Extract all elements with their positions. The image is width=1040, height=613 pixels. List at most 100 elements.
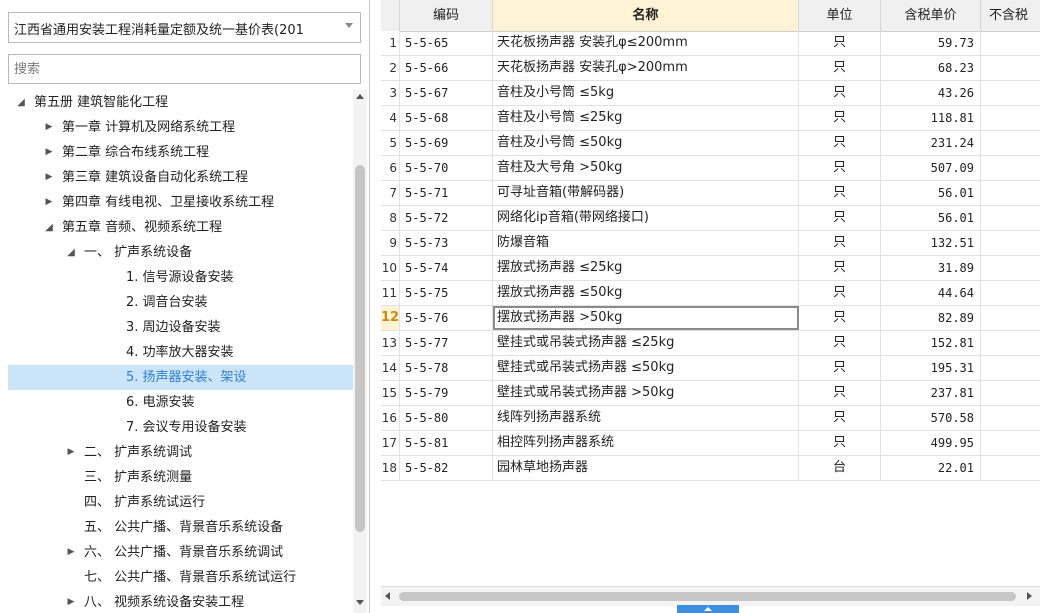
row-number-cell[interactable]: 6	[381, 156, 400, 180]
unit-cell[interactable]: 只	[799, 131, 881, 155]
table-row[interactable]: 14 5-5-78 壁挂式或吊装式扬声器 ≤50kg 只 195.31	[381, 356, 1040, 381]
price-tax-cell[interactable]: 237.81	[881, 381, 981, 405]
name-cell[interactable]: 相控阵列扬声器系统	[493, 431, 799, 455]
triangle-down-icon[interactable]: ◢	[66, 240, 76, 265]
price-notax-cell[interactable]	[981, 456, 1040, 480]
arrow-down-icon[interactable]	[356, 600, 364, 605]
code-cell[interactable]: 5-5-69	[400, 131, 493, 155]
table-row[interactable]: 6 5-5-70 音柱及大号角 >50kg 只 507.09	[381, 156, 1040, 181]
row-number-cell[interactable]: 14	[381, 356, 400, 380]
header-unit[interactable]: 单位	[799, 0, 881, 31]
row-number-cell[interactable]: 9	[381, 231, 400, 255]
triangle-right-icon[interactable]: ▶	[44, 190, 54, 215]
code-cell[interactable]: 5-5-76	[400, 306, 493, 330]
unit-cell[interactable]: 只	[799, 56, 881, 80]
name-cell[interactable]: 壁挂式或吊装式扬声器 ≤25kg	[493, 331, 799, 355]
arrow-left-icon[interactable]	[385, 592, 390, 600]
name-cell[interactable]: 壁挂式或吊装式扬声器 ≤50kg	[493, 356, 799, 380]
row-number-cell[interactable]: 2	[381, 56, 400, 80]
code-cell[interactable]: 5-5-75	[400, 281, 493, 305]
unit-cell[interactable]: 只	[799, 306, 881, 330]
unit-cell[interactable]: 只	[799, 106, 881, 130]
table-row[interactable]: 8 5-5-72 网络化ip音箱(带网络接口) 只 56.01	[381, 206, 1040, 231]
price-notax-cell[interactable]	[981, 206, 1040, 230]
grid-horizontal-scrollbar[interactable]	[381, 586, 1040, 606]
header-name[interactable]: 名称	[493, 0, 799, 31]
table-row[interactable]: 11 5-5-75 摆放式扬声器 ≤50kg 只 44.64	[381, 281, 1040, 306]
tree-node[interactable]: ▶ 第一章 计算机及网络系统工程	[8, 115, 353, 140]
price-notax-cell[interactable]	[981, 356, 1040, 380]
triangle-down-icon[interactable]: ◢	[16, 90, 26, 115]
table-row[interactable]: 4 5-5-68 音柱及小号筒 ≤25kg 只 118.81	[381, 106, 1040, 131]
code-cell[interactable]: 5-5-73	[400, 231, 493, 255]
unit-cell[interactable]: 只	[799, 181, 881, 205]
header-price-tax[interactable]: 含税单价	[881, 0, 981, 31]
grid-scrollbar-thumb[interactable]	[399, 592, 1016, 601]
price-tax-cell[interactable]: 56.01	[881, 181, 981, 205]
triangle-right-icon[interactable]: ▶	[66, 440, 76, 465]
chevron-down-icon[interactable]	[345, 23, 353, 28]
tree-node[interactable]: ▶ 二、 扩声系统调试	[8, 440, 353, 465]
price-notax-cell[interactable]	[981, 381, 1040, 405]
tree-node[interactable]: 三、 扩声系统测量	[8, 465, 353, 490]
code-cell[interactable]: 5-5-80	[400, 406, 493, 430]
unit-cell[interactable]: 只	[799, 381, 881, 405]
header-code[interactable]: 编码	[400, 0, 493, 31]
table-row[interactable]: 12 5-5-76 摆放式扬声器 >50kg 只 82.89	[381, 306, 1040, 331]
code-cell[interactable]: 5-5-66	[400, 56, 493, 80]
price-tax-cell[interactable]: 507.09	[881, 156, 981, 180]
tree-node[interactable]: ▶ 八、 视频系统设备安装工程	[8, 590, 353, 613]
name-cell[interactable]: 摆放式扬声器 ≤25kg	[493, 256, 799, 280]
code-cell[interactable]: 5-5-81	[400, 431, 493, 455]
unit-cell[interactable]: 只	[799, 406, 881, 430]
table-row[interactable]: 16 5-5-80 线阵列扬声器系统只 570.58	[381, 406, 1040, 431]
tree-node[interactable]: ◢ 一、 扩声系统设备	[8, 240, 353, 265]
row-number-cell[interactable]: 5	[381, 131, 400, 155]
tree-node[interactable]: 6. 电源安装	[8, 390, 353, 415]
price-notax-cell[interactable]	[981, 431, 1040, 455]
name-cell[interactable]: 园林草地扬声器	[493, 456, 799, 480]
tree-node[interactable]: ▶ 第四章 有线电视、卫星接收系统工程	[8, 190, 353, 215]
price-tax-cell[interactable]: 68.23	[881, 56, 981, 80]
unit-cell[interactable]: 只	[799, 231, 881, 255]
price-notax-cell[interactable]	[981, 306, 1040, 330]
row-number-cell[interactable]: 12	[381, 306, 400, 330]
tree-node[interactable]: ◢ 第五册 建筑智能化工程	[8, 90, 353, 115]
row-number-cell[interactable]: 10	[381, 256, 400, 280]
tree-scrollbar[interactable]	[353, 90, 367, 613]
name-cell[interactable]: 音柱及小号筒 ≤5kg	[493, 81, 799, 105]
unit-cell[interactable]: 只	[799, 206, 881, 230]
unit-cell[interactable]: 只	[799, 31, 881, 55]
price-notax-cell[interactable]	[981, 231, 1040, 255]
price-notax-cell[interactable]	[981, 131, 1040, 155]
triangle-down-icon[interactable]: ◢	[44, 215, 54, 240]
triangle-right-icon[interactable]: ▶	[44, 165, 54, 190]
price-notax-cell[interactable]	[981, 331, 1040, 355]
table-row[interactable]: 13 5-5-77 壁挂式或吊装式扬声器 ≤25kg 只 152.81	[381, 331, 1040, 356]
name-cell[interactable]: 天花板扬声器 安装孔φ>200mm	[493, 56, 799, 80]
code-cell[interactable]: 5-5-68	[400, 106, 493, 130]
unit-cell[interactable]: 台	[799, 456, 881, 480]
table-row[interactable]: 2 5-5-66 天花板扬声器 安装孔φ>200mm 只 68.23	[381, 56, 1040, 81]
row-number-cell[interactable]: 16	[381, 406, 400, 430]
tree-node[interactable]: ◢ 第五章 音频、视频系统工程	[8, 215, 353, 240]
price-notax-cell[interactable]	[981, 106, 1040, 130]
tree-node[interactable]: ▶ 六、 公共广播、背景音乐系统调试	[8, 540, 353, 565]
row-number-cell[interactable]: 4	[381, 106, 400, 130]
price-tax-cell[interactable]: 56.01	[881, 206, 981, 230]
name-cell[interactable]: 摆放式扬声器 >50kg	[493, 306, 799, 330]
price-notax-cell[interactable]	[981, 31, 1040, 55]
table-row[interactable]: 17 5-5-81 相控阵列扬声器系统只 499.95	[381, 431, 1040, 456]
price-notax-cell[interactable]	[981, 156, 1040, 180]
triangle-right-icon[interactable]: ▶	[44, 140, 54, 165]
code-cell[interactable]: 5-5-77	[400, 331, 493, 355]
table-row[interactable]: 5 5-5-69 音柱及小号筒 ≤50kg 只 231.24	[381, 131, 1040, 156]
price-notax-cell[interactable]	[981, 256, 1040, 280]
tree-node[interactable]: 7. 会议专用设备安装	[8, 415, 353, 440]
code-cell[interactable]: 5-5-72	[400, 206, 493, 230]
name-cell[interactable]: 音柱及小号筒 ≤25kg	[493, 106, 799, 130]
arrow-up-icon[interactable]	[704, 607, 712, 611]
price-tax-cell[interactable]: 31.89	[881, 256, 981, 280]
price-tax-cell[interactable]: 59.73	[881, 31, 981, 55]
tree-node[interactable]: 七、 公共广播、背景音乐系统试运行	[8, 565, 353, 590]
